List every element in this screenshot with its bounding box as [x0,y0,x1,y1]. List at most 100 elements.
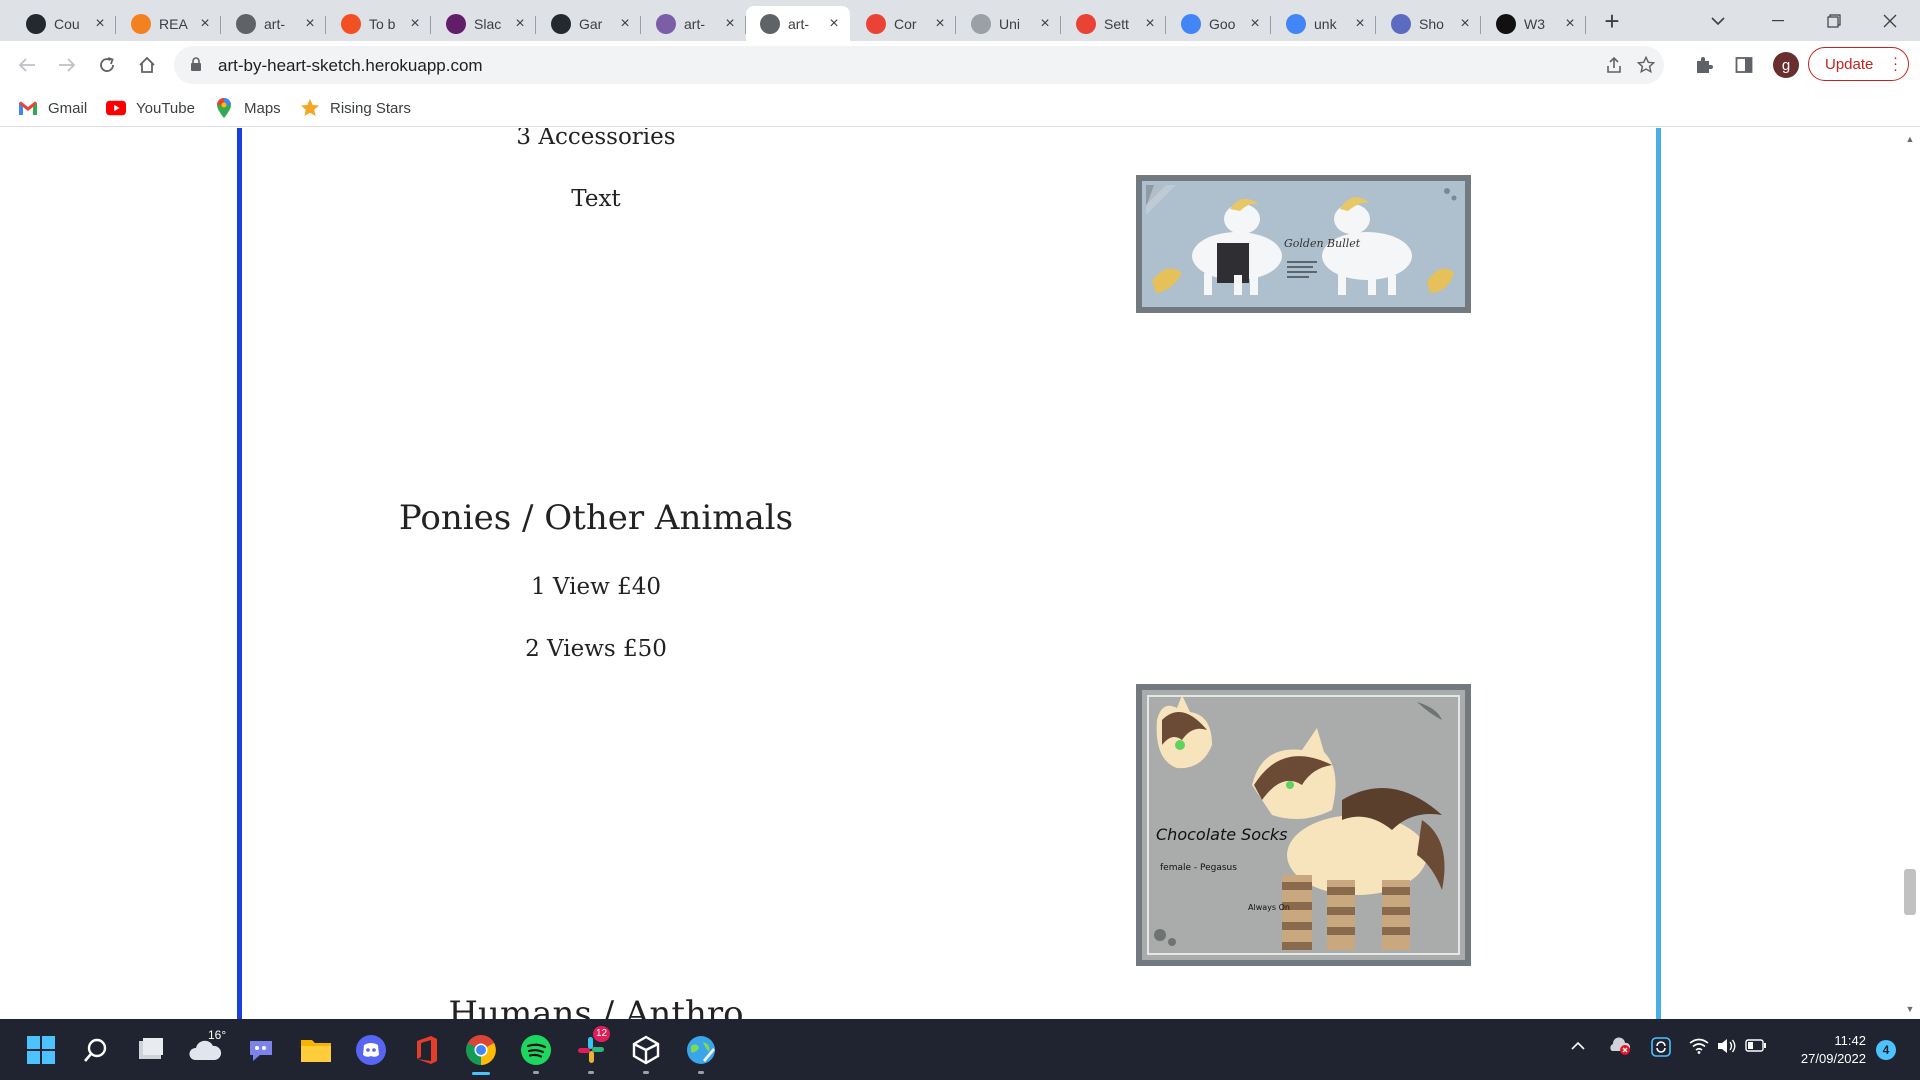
bookmark-label: Rising Stars [330,99,411,117]
new-tab-button[interactable]: + [1598,8,1626,36]
tab-title: Sett [1104,15,1129,32]
paint-globe-icon[interactable] [681,1030,721,1074]
reload-icon[interactable] [92,50,122,80]
golden-bullet-reference-image[interactable]: Golden Bullet [1136,175,1471,313]
close-tab-icon[interactable]: × [1352,15,1368,32]
close-tab-icon[interactable]: × [1562,15,1578,32]
tab-title: Sho [1419,15,1444,32]
scroll-down-arrow-icon[interactable]: ▼ [1905,1004,1915,1014]
bookmark-rising-stars[interactable]: Rising Stars [300,97,411,119]
share-icon[interactable] [1604,55,1624,75]
tab-search-chevron-icon[interactable] [1690,0,1746,41]
tab-7[interactable]: art- × [642,6,746,41]
close-tab-icon[interactable]: × [92,15,108,32]
minimize-window-icon[interactable] [1750,0,1806,41]
close-tab-icon[interactable]: × [512,15,528,32]
teams-chat-icon[interactable] [241,1030,281,1070]
bookmark-youtube[interactable]: YouTube [106,97,195,119]
close-tab-icon[interactable]: × [932,15,948,32]
tab-title: Cou [54,15,80,32]
gmail-icon [18,98,38,118]
tab-14[interactable]: Sho × [1377,6,1481,41]
tab-12[interactable]: Goo × [1167,6,1271,41]
close-tab-icon[interactable]: × [1037,15,1053,32]
tab-separator [1375,16,1376,34]
notification-badge[interactable]: 4 [1876,1040,1896,1060]
bookmark-star-icon[interactable] [1636,55,1656,75]
url-text[interactable]: art-by-heart-sketch.herokuapp.com [218,56,483,76]
tray-chevron-up-icon[interactable] [1570,1039,1586,1054]
home-icon[interactable] [132,50,162,80]
unity-hub-icon[interactable] [626,1030,666,1074]
file-explorer-icon[interactable] [296,1030,336,1070]
tab-title: To b [369,15,396,32]
tab-2[interactable]: REA × [117,6,221,41]
volume-icon[interactable] [1717,1038,1737,1057]
tab-title: unk [1314,15,1337,32]
weather-cloud-icon[interactable]: 16° [186,1028,227,1070]
back-arrow-icon[interactable] [12,50,42,80]
forward-arrow-icon[interactable] [52,50,82,80]
youtube-icon [106,98,126,118]
tab-1[interactable]: Cou × [12,6,116,41]
bookmark-maps[interactable]: Maps [214,97,281,119]
close-tab-icon[interactable]: × [1142,15,1158,32]
close-window-icon[interactable] [1862,0,1918,41]
tab-15[interactable]: W3 × [1482,6,1586,41]
scroll-up-arrow-icon[interactable]: ▲ [1905,134,1915,144]
bookmark-gmail[interactable]: Gmail [18,97,87,119]
spotify-icon[interactable] [516,1030,556,1074]
discord-icon[interactable] [351,1030,391,1070]
close-tab-icon[interactable]: × [1457,15,1473,32]
update-button[interactable]: Update · · · [1808,47,1909,81]
tab-8[interactable]: art- × [746,6,850,41]
page-viewport: 3 Accessories Text Golden Bullet Ponies … [0,128,1920,1019]
close-tab-icon[interactable]: × [197,15,213,32]
left-border-rule [237,128,242,1019]
lock-icon[interactable] [190,57,202,71]
chrome-icon[interactable] [461,1030,501,1075]
chocolate-socks-reference-image[interactable]: Chocolate Socks female - Pegasus Always … [1136,684,1471,966]
onedrive-error-icon[interactable] [1608,1037,1632,1058]
gmail-icon [866,13,886,34]
close-tab-icon[interactable]: × [617,15,633,32]
globe-icon [236,13,256,34]
price-line-text: Text [571,186,621,212]
tab-separator [115,16,116,34]
extensions-puzzle-icon[interactable] [1692,53,1716,77]
restore-window-icon[interactable] [1806,0,1862,41]
profile-avatar[interactable]: g [1773,52,1799,78]
slack-icon[interactable]: 12 [571,1026,611,1074]
tab-4[interactable]: To b × [327,6,431,41]
tab-title: Slac [474,15,502,32]
tab-10[interactable]: Uni × [957,6,1061,41]
close-tab-icon[interactable]: × [407,15,423,32]
windows-start-icon[interactable] [21,1030,61,1070]
search-icon[interactable] [76,1030,116,1070]
windows-taskbar: 16° 12 11:42 27/09/2022 4 [0,1019,1920,1080]
sync-icon[interactable] [1650,1036,1672,1061]
page-scrollbar[interactable]: ▲ ▼ [1900,128,1920,1019]
wifi-icon[interactable] [1689,1038,1709,1057]
weather-temperature: 16° [208,1028,227,1042]
tab-11[interactable]: Sett × [1062,6,1166,41]
tab-9[interactable]: Cor × [852,6,956,41]
office-icon[interactable] [406,1030,446,1070]
tab-13[interactable]: unk × [1272,6,1376,41]
address-bar[interactable]: art-by-heart-sketch.herokuapp.com [174,46,1664,84]
tab-separator [955,16,956,34]
system-clock[interactable]: 11:42 27/09/2022 [1786,1032,1866,1068]
tab-title: art- [684,15,705,32]
tab-3[interactable]: art- × [222,6,326,41]
scrollbar-thumb[interactable] [1904,869,1916,915]
task-view-icon[interactable] [131,1030,171,1070]
close-tab-icon[interactable]: × [1247,15,1263,32]
close-tab-icon[interactable]: × [826,15,842,32]
close-tab-icon[interactable]: × [722,15,738,32]
side-panel-icon[interactable] [1732,53,1756,77]
tab-5[interactable]: Slac × [432,6,536,41]
section-heading-ponies: Ponies / Other Animals [398,498,794,538]
tab-6[interactable]: Gar × [537,6,641,41]
close-tab-icon[interactable]: × [302,15,318,32]
battery-icon[interactable] [1745,1039,1767,1055]
